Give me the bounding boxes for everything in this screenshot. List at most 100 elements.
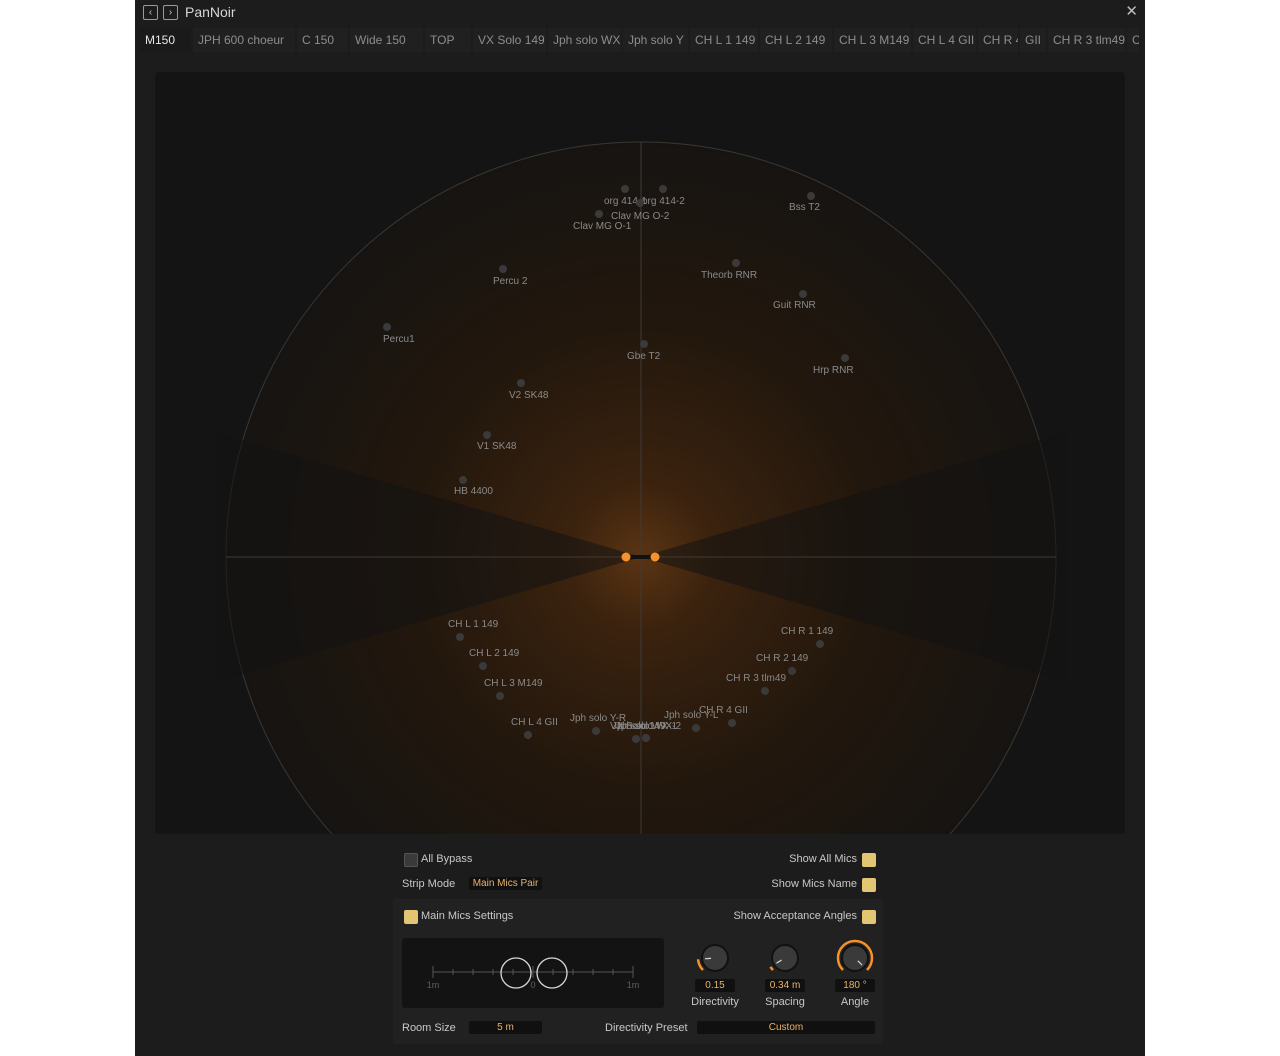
tab-13[interactable]: GII — [1020, 28, 1046, 52]
close-icon[interactable]: ✕ — [1125, 4, 1138, 20]
strip-mode-select[interactable]: Main Mics Pair — [469, 877, 542, 890]
mic-label: Clav MG O-1 — [573, 221, 632, 232]
mic-dot[interactable] — [807, 192, 815, 200]
mic-label: org 414-2 — [642, 196, 685, 207]
knob-body — [701, 944, 729, 972]
show-all-mics-checkbox[interactable] — [862, 853, 876, 867]
tab-14[interactable]: CH R 3 tlm49 — [1048, 28, 1125, 52]
window-title: PanNoir — [185, 4, 236, 20]
mic-dot[interactable] — [761, 687, 769, 695]
show-acceptance-angles-checkbox[interactable] — [862, 910, 876, 924]
room-size-select[interactable]: 5 m — [469, 1021, 542, 1034]
directivity-preset-select[interactable]: Custom — [697, 1021, 875, 1034]
mic-label: CH R 1 149 — [781, 626, 834, 637]
stage-view[interactable]: org 414-1 org 414-2 Clav MG O-2 Clav MG O-1… — [155, 72, 1125, 834]
mic-dot[interactable] — [383, 323, 391, 331]
mic-dot[interactable] — [517, 379, 525, 387]
chevron-right-icon[interactable]: › — [163, 5, 178, 20]
mic-label: V2 SK48 — [509, 390, 549, 401]
show-mics-name-checkbox[interactable] — [862, 878, 876, 892]
knob-body — [841, 944, 869, 972]
mic-label: CH L 3 M149 — [484, 678, 543, 689]
mic-dot[interactable] — [524, 731, 532, 739]
mic-dot[interactable] — [496, 692, 504, 700]
knob-label-directivity: Directivity — [691, 996, 739, 1008]
mic-dot[interactable] — [799, 290, 807, 298]
mic-dot[interactable] — [841, 354, 849, 362]
mic-dot[interactable] — [640, 340, 648, 348]
tab-1[interactable]: JPH 600 choeur — [193, 28, 295, 52]
strip-mode-label: Strip Mode — [402, 878, 456, 890]
mic-dot[interactable] — [636, 199, 644, 207]
mic-dot[interactable] — [632, 735, 640, 743]
show-all-mics-label: Show All Mics — [789, 853, 857, 865]
mic-dot[interactable] — [595, 210, 603, 218]
mic-label: CH L 1 149 — [448, 619, 499, 630]
mic-label: Guit RNR — [773, 300, 816, 311]
tab-5[interactable]: VX Solo 149 — [473, 28, 546, 52]
mic-label: Jph solo Y-L — [664, 710, 719, 721]
tab-6[interactable]: Jph solo WX — [548, 28, 621, 52]
mic-label: Percu1 — [383, 334, 415, 345]
knob-angle[interactable] — [835, 938, 875, 978]
mic-tab-bar: M150 JPH 600 choeur C 150 Wide 150 TOP VX Sol… — [140, 28, 1140, 52]
mic-label: HB 4400 — [454, 486, 493, 497]
mic-dot[interactable] — [459, 476, 467, 484]
main-mics-settings-label: Main Mics Settings — [421, 910, 514, 922]
knob-value-arc — [769, 966, 774, 971]
tab-8[interactable]: CH L 1 149 — [690, 28, 758, 52]
mic-label: CH L 2 149 — [469, 648, 520, 659]
mic-dot[interactable] — [621, 185, 629, 193]
stage-canvas[interactable]: org 414-1org 414-2Clav MG O-2Clav MG O-1… — [155, 72, 1125, 834]
tab-4[interactable]: TOP — [425, 28, 471, 52]
all-bypass-label: All Bypass — [421, 853, 473, 865]
tab-7[interactable]: Jph solo Y — [623, 28, 688, 52]
mic-label: Bss T2 — [789, 202, 820, 213]
ruler-center-label: 0 — [530, 980, 535, 990]
knob-value-angle[interactable]: 180 ° — [835, 979, 875, 992]
all-bypass-checkbox[interactable] — [404, 853, 418, 867]
tab-9[interactable]: CH L 2 149 — [760, 28, 832, 52]
tab-11[interactable]: CH L 4 GII — [913, 28, 976, 52]
mic-dot[interactable] — [642, 734, 650, 742]
mic-dot[interactable] — [499, 265, 507, 273]
knob-value-directivity[interactable]: 0.15 — [695, 979, 735, 992]
knob-label-angle: Angle — [840, 996, 870, 1008]
mic-dot[interactable] — [816, 640, 824, 648]
main-mic-left[interactable] — [621, 552, 631, 562]
tab-12[interactable]: CH R 4 — [978, 28, 1018, 52]
show-acceptance-angles-label: Show Acceptance Angles — [733, 910, 857, 922]
mic-dot[interactable] — [659, 185, 667, 193]
knob-label-spacing: Spacing — [765, 996, 805, 1008]
mic-label: Percu 2 — [493, 276, 528, 287]
ruler-right-label: 1m — [627, 980, 640, 990]
mic-pattern-left — [500, 957, 532, 989]
mic-label: Theorb RNR — [701, 270, 757, 281]
mic-spacing-preview[interactable]: 1m 0 1m — [402, 938, 664, 1008]
ruler-left-label: 1m — [427, 980, 440, 990]
mic-dot[interactable] — [732, 259, 740, 267]
main-mics-settings-checkbox[interactable] — [404, 910, 418, 924]
main-mic-right[interactable] — [650, 552, 660, 562]
tab-0[interactable]: M150 — [140, 28, 191, 52]
mic-pattern-right — [536, 957, 568, 989]
mic-label: CH L 4 GII — [511, 717, 558, 728]
mic-dot[interactable] — [479, 662, 487, 670]
tab-3[interactable]: Wide 150 — [350, 28, 423, 52]
mic-dot[interactable] — [728, 719, 736, 727]
mic-dot[interactable] — [483, 431, 491, 439]
title-bar: ‹ › PanNoir ✕ — [135, 0, 1145, 28]
tab-10[interactable]: CH L 3 M149 — [834, 28, 911, 52]
knob-value-spacing[interactable]: 0.34 m — [765, 979, 805, 992]
knob-body — [771, 944, 799, 972]
chevron-left-icon[interactable]: ‹ — [143, 5, 158, 20]
knob-directivity[interactable] — [695, 938, 735, 978]
mic-label: Gbe T2 — [627, 351, 661, 362]
knob-spacing[interactable] — [765, 938, 805, 978]
mic-dot[interactable] — [592, 727, 600, 735]
mic-dot[interactable] — [692, 724, 700, 732]
tab-2[interactable]: C 150 — [297, 28, 348, 52]
mic-dot[interactable] — [788, 667, 796, 675]
tab-15[interactable]: C — [1127, 28, 1139, 52]
mic-dot[interactable] — [456, 633, 464, 641]
